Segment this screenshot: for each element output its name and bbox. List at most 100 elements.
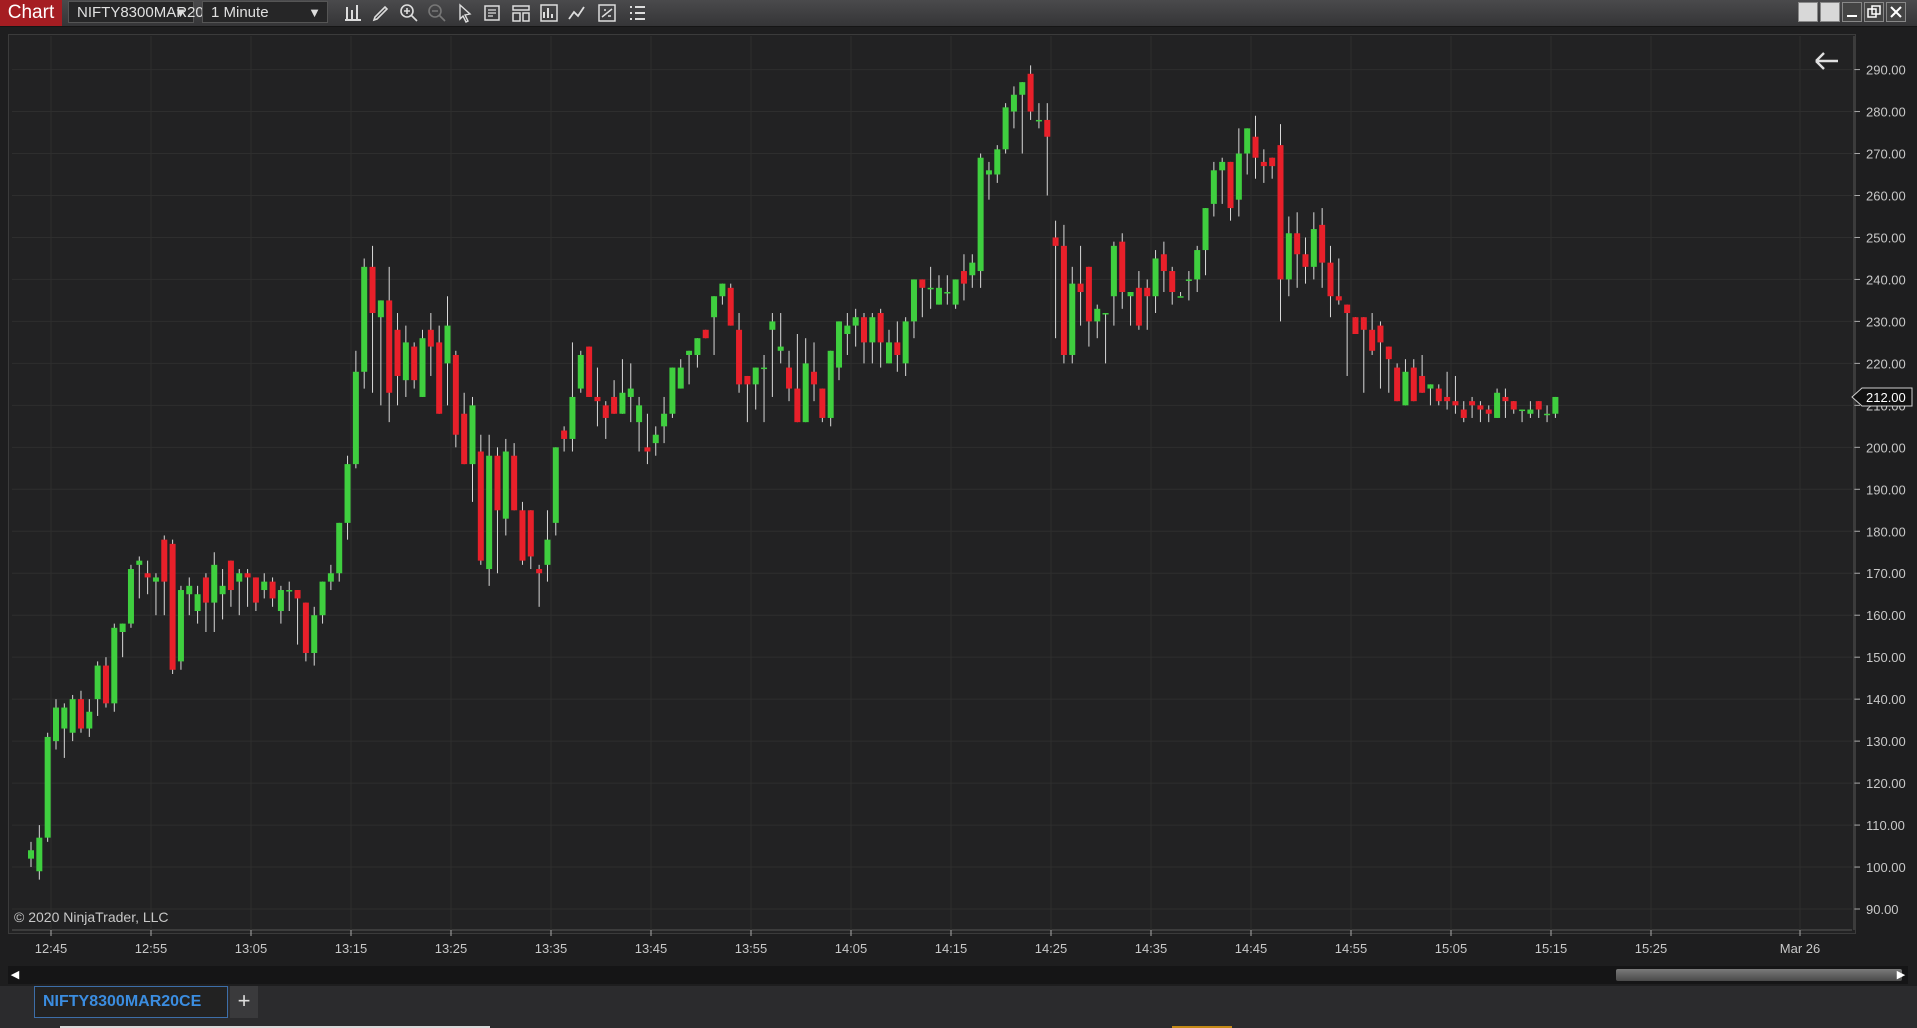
candle <box>28 841 34 868</box>
candle-body-down <box>602 405 609 418</box>
candle-body-up <box>136 560 143 565</box>
scroll-left-icon[interactable]: ◀ <box>8 966 22 984</box>
candle-body-up <box>319 581 326 616</box>
candle <box>1060 224 1067 364</box>
candle-body-down <box>244 573 251 578</box>
candle <box>669 367 676 418</box>
candle-body-up <box>211 564 218 603</box>
candle-body-down <box>611 396 618 414</box>
y-tick-label: 120.00 <box>1866 776 1906 791</box>
candle-body-up <box>1494 392 1501 418</box>
candle <box>894 321 901 372</box>
candle-body-down <box>144 573 151 578</box>
candle-body-down <box>436 342 443 414</box>
scroll-right-icon[interactable]: ▶ <box>1894 966 1908 984</box>
candle-body-down <box>794 388 801 423</box>
candle-body-up <box>577 354 584 389</box>
candle <box>1352 317 1359 334</box>
candle-body-down <box>1377 325 1384 343</box>
candle <box>602 401 609 439</box>
candle <box>1519 409 1526 423</box>
candle <box>369 245 376 393</box>
candle-body-down <box>1344 304 1351 314</box>
candle-body-up <box>719 283 726 297</box>
candle-body-up <box>994 149 1001 175</box>
candle <box>1194 245 1201 293</box>
candle <box>477 434 484 565</box>
candle-body-up <box>177 590 184 662</box>
candle <box>227 560 234 607</box>
candle-body-down <box>302 602 309 653</box>
x-tick-label: 15:15 <box>1535 941 1568 956</box>
candle <box>1419 354 1426 393</box>
candle <box>61 703 68 758</box>
candle-body-up <box>569 396 576 439</box>
candle <box>1485 405 1492 423</box>
x-tick-label: 13:25 <box>435 941 468 956</box>
candle <box>1102 313 1109 364</box>
candle <box>186 577 193 616</box>
back-arrow-icon[interactable] <box>1808 46 1842 76</box>
candle-body-up <box>361 266 368 372</box>
candle <box>1269 157 1276 179</box>
candle-body-up <box>761 367 768 370</box>
candle-body-down <box>811 371 818 385</box>
candle <box>344 455 351 540</box>
candle-body-down <box>519 510 526 561</box>
candle-body-up <box>94 665 101 700</box>
candle-body-up <box>61 707 68 729</box>
candle-body-up <box>486 455 493 570</box>
candle <box>1344 304 1351 376</box>
candle <box>1377 321 1384 389</box>
candle-body-down <box>1319 224 1326 263</box>
price-chart[interactable]: 90.00 100.00 110.00 120.00 130.00 140.00 150.0… <box>0 0 1917 1028</box>
horizontal-scrollbar[interactable]: ◀ ▶ <box>8 966 1908 984</box>
scroll-thumb[interactable] <box>1616 969 1902 981</box>
candle <box>994 145 1001 183</box>
candle <box>1369 313 1376 355</box>
candle-body-up <box>636 405 643 423</box>
candle <box>1477 401 1484 423</box>
y-tick-label: 200.00 <box>1866 440 1906 455</box>
candle <box>394 313 401 406</box>
candle-body-down <box>1160 254 1167 272</box>
candle <box>411 342 418 389</box>
candle <box>136 556 143 599</box>
candle <box>377 300 384 406</box>
y-tick-label: 290.00 <box>1866 63 1906 78</box>
tab-nifty8300mar20ce[interactable]: NIFTY8300MAR20CE <box>34 986 228 1018</box>
candle <box>1235 128 1242 217</box>
candle <box>594 367 601 427</box>
candle <box>1010 86 1017 129</box>
candle <box>752 367 759 410</box>
candle <box>1394 363 1401 402</box>
candle-body-up <box>935 287 942 305</box>
candle-body-down <box>586 346 593 397</box>
add-tab-button[interactable]: + <box>230 986 258 1018</box>
candle <box>761 354 768 423</box>
candle <box>952 279 959 309</box>
candle-body-up <box>627 388 634 397</box>
candle-body-up <box>1244 128 1251 154</box>
candle-body-up <box>827 350 834 418</box>
candle-body-up <box>1069 283 1076 355</box>
candle-body-up <box>1094 308 1101 322</box>
candle <box>536 564 543 607</box>
candle <box>1177 292 1184 298</box>
y-tick-label: 230.00 <box>1866 314 1906 329</box>
candle-body-up <box>1002 107 1009 150</box>
x-tick-label: 12:45 <box>35 941 68 956</box>
candle-body-up <box>1210 170 1217 204</box>
candle <box>169 539 176 674</box>
candle <box>361 258 368 389</box>
candle-body-up <box>552 447 559 523</box>
candle <box>611 380 618 414</box>
candle <box>819 388 826 423</box>
candle <box>902 317 909 376</box>
candle-body-up <box>885 342 892 364</box>
candle-body-up <box>44 736 51 838</box>
candle-body-up <box>1102 313 1109 315</box>
candle <box>1227 161 1234 221</box>
candle-body-up <box>311 615 318 653</box>
candle-body-down <box>1269 157 1276 167</box>
